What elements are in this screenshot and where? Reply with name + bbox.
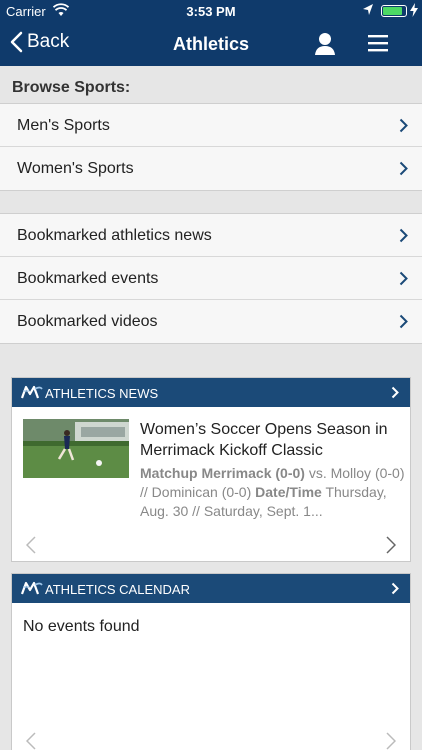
chevron-right-icon <box>399 314 408 329</box>
status-time: 3:53 PM <box>186 4 236 19</box>
profile-button[interactable] <box>314 32 336 61</box>
news-article[interactable]: Women’s Soccer Opens Season in Merrimack… <box>12 407 410 527</box>
news-article-image <box>23 419 129 478</box>
status-bar: Carrier 3:53 PM <box>0 0 422 22</box>
athletics-calendar-card: ATHLETICS CALENDAR No events found <box>11 573 411 750</box>
list-item-mens-sports[interactable]: Men's Sports <box>0 104 422 147</box>
charging-bolt-icon <box>410 3 418 20</box>
list-item-label: Bookmarked videos <box>17 313 158 330</box>
next-arrow-icon[interactable] <box>386 732 396 750</box>
news-desc-label: Date/Time <box>255 484 322 500</box>
chevron-right-icon <box>399 118 408 133</box>
chevron-right-icon <box>399 161 408 176</box>
location-arrow-icon <box>362 3 374 20</box>
athletics-calendar-title: ATHLETICS CALENDAR <box>45 582 190 597</box>
navigation-bar: Back Athletics <box>0 22 422 66</box>
news-headline: Women’s Soccer Opens Season in Merrimack… <box>140 421 388 459</box>
athletics-calendar-header[interactable]: ATHLETICS CALENDAR <box>12 574 410 603</box>
person-icon <box>315 33 335 55</box>
browse-sports-list: Men's Sports Women's Sports <box>0 103 422 191</box>
list-item-bookmarked-news[interactable]: Bookmarked athletics news <box>0 214 422 257</box>
chevron-right-icon <box>391 582 399 595</box>
battery-level <box>383 7 402 15</box>
list-item-label: Bookmarked athletics news <box>17 227 212 244</box>
list-item-label: Women's Sports <box>17 160 134 177</box>
chevron-right-icon <box>399 228 408 243</box>
hamburger-menu-icon <box>368 35 388 52</box>
browse-sports-header: Browse Sports: <box>0 66 422 104</box>
athletics-news-card: ATHLETICS NEWS Women’s Soccer Opens Seas… <box>11 377 411 562</box>
athletics-news-header[interactable]: ATHLETICS NEWS <box>12 378 410 407</box>
news-description: Matchup Merrimack (0-0) vs. Molloy (0-0)… <box>140 464 406 521</box>
chevron-right-icon <box>391 386 399 399</box>
browse-sports-title: Browse Sports: <box>12 79 131 96</box>
news-desc-label: Matchup Merrimack (0-0) <box>140 465 305 481</box>
athletics-logo-icon <box>21 385 43 399</box>
list-item-womens-sports[interactable]: Women's Sports <box>0 147 422 190</box>
list-item-label: Bookmarked events <box>17 270 159 287</box>
list-item-bookmarked-videos[interactable]: Bookmarked videos <box>0 300 422 343</box>
no-events-message: No events found <box>23 618 140 635</box>
battery-icon <box>381 5 407 17</box>
athletics-logo-icon <box>21 581 43 595</box>
list-item-bookmarked-events[interactable]: Bookmarked events <box>0 257 422 300</box>
next-arrow-icon[interactable] <box>386 536 396 554</box>
previous-arrow-icon[interactable] <box>26 732 36 750</box>
page-title: Athletics <box>172 34 250 54</box>
chevron-right-icon <box>399 271 408 286</box>
menu-button[interactable] <box>368 34 388 57</box>
bookmarks-list: Bookmarked athletics news Bookmarked eve… <box>0 213 422 344</box>
athletics-news-title: ATHLETICS NEWS <box>45 386 159 401</box>
previous-arrow-icon[interactable] <box>26 536 36 554</box>
list-item-label: Men's Sports <box>17 117 110 134</box>
